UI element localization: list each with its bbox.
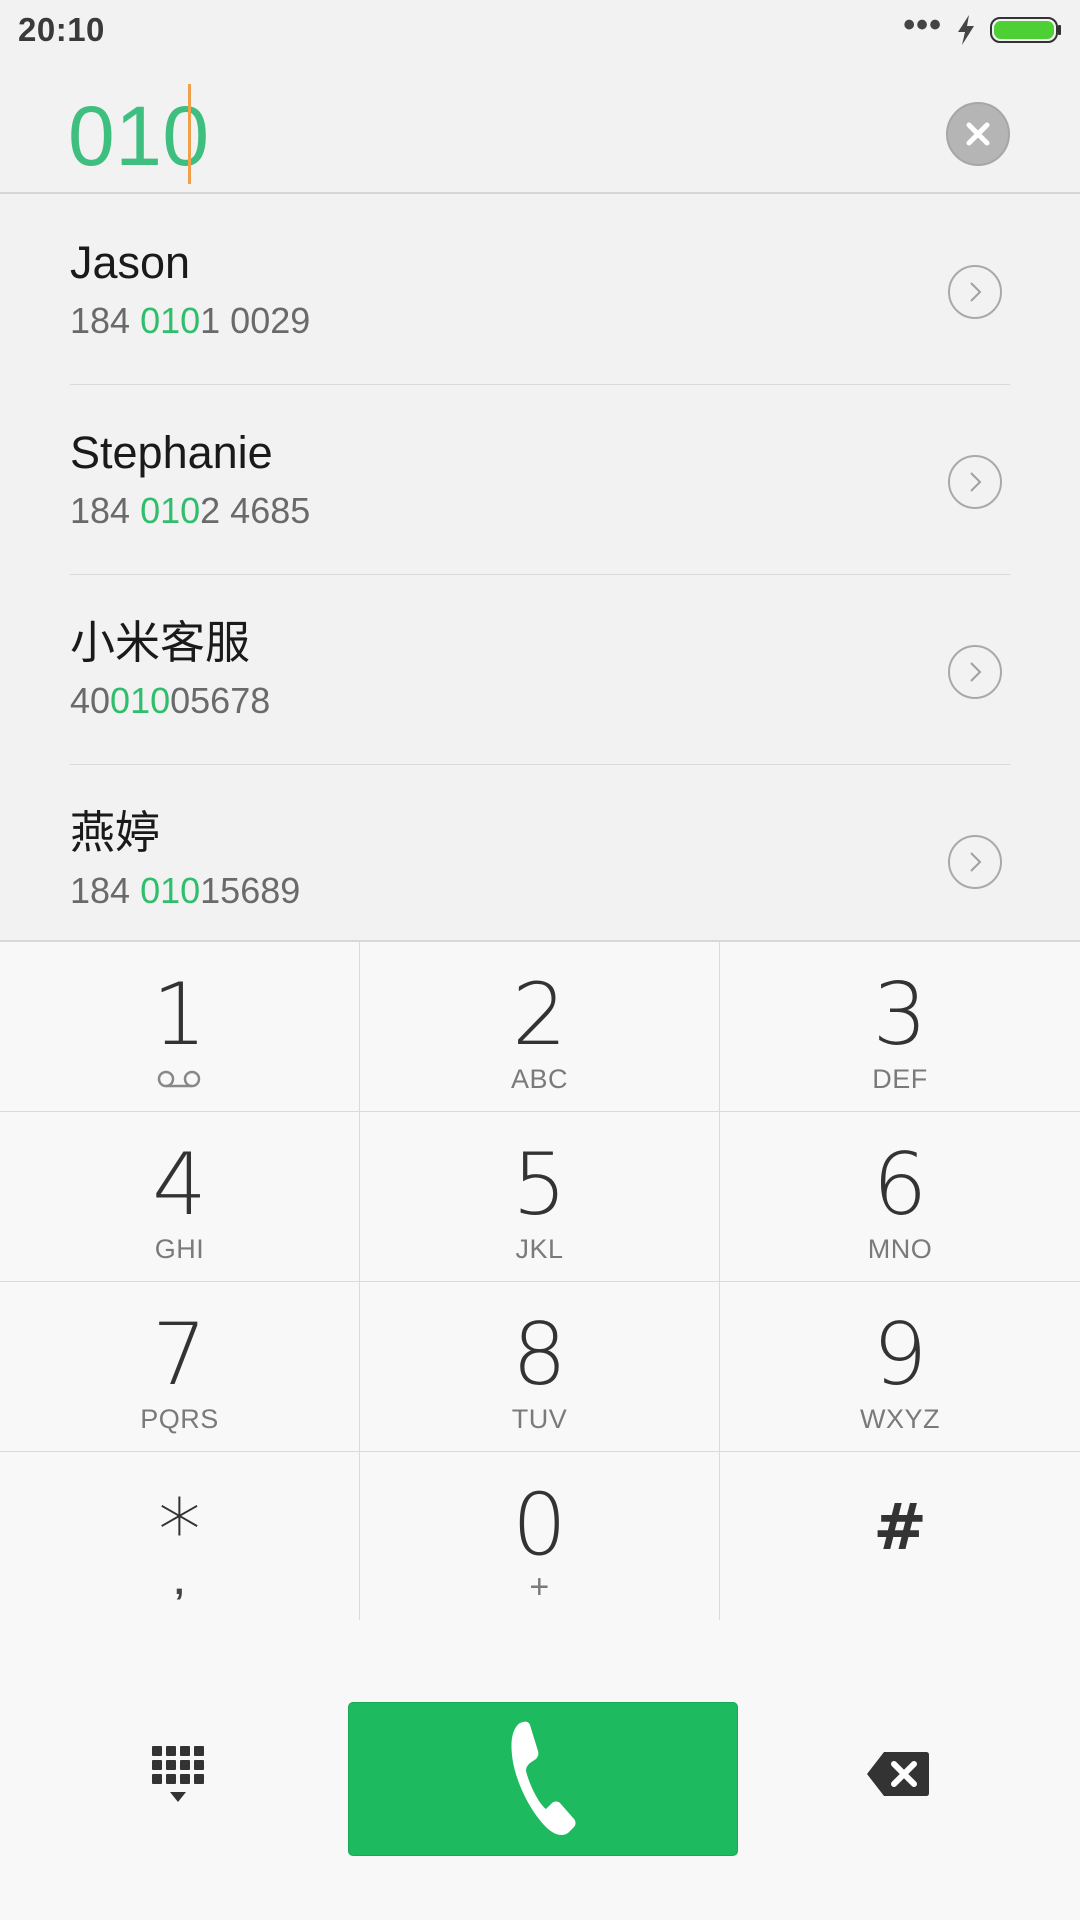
contact-number: 184 0102 4685 <box>70 490 311 531</box>
dialer-screen: 20:10 ••• 010 Jason 184 0101 0029 Stepha… <box>0 0 1080 1920</box>
key-5[interactable]: 5 JKL <box>360 1112 720 1282</box>
contact-name: 燕婷 <box>70 807 161 858</box>
chevron-right-circle-icon <box>970 472 982 492</box>
key-letters: , <box>174 1561 185 1602</box>
key-digit: 1 <box>152 965 207 1065</box>
key-digit: # <box>873 1491 927 1565</box>
contact-row[interactable]: 燕婷 184 01015689 <box>70 765 1010 955</box>
key-digit: 8 <box>512 1305 567 1405</box>
lightning-bolt-icon <box>958 15 974 45</box>
key-digit: 5 <box>512 1135 567 1235</box>
key-2[interactable]: 2 ABC <box>360 942 720 1112</box>
key-letters: GHI <box>154 1234 205 1264</box>
chevron-right-circle-icon <box>970 662 982 682</box>
status-indicators: ••• <box>903 8 1062 45</box>
contact-detail-button[interactable] <box>948 835 1002 889</box>
chevron-right-circle-icon <box>970 282 982 302</box>
contact-name: Stephanie <box>70 427 273 478</box>
key-digit: 6 <box>872 1135 928 1235</box>
contact-name: Jason <box>70 237 191 288</box>
contact-number: 4001005678 <box>70 680 271 721</box>
key-0[interactable]: 0 + <box>360 1452 720 1622</box>
key-letters: TUV <box>511 1404 568 1434</box>
clear-input-button[interactable] <box>946 102 1010 166</box>
key-letters: PQRS <box>140 1404 219 1434</box>
battery-icon <box>990 17 1061 43</box>
key-letters: JKL <box>515 1234 564 1264</box>
key-letters: + <box>529 1568 550 1606</box>
key-digit: 0 <box>512 1475 567 1575</box>
contact-row[interactable]: 小米客服 4001005678 <box>70 575 1010 765</box>
dialpad-icon[interactable] <box>150 1744 206 1806</box>
notification-dots: ••• <box>903 6 942 44</box>
key-8[interactable]: 8 TUV <box>360 1282 720 1452</box>
key-4[interactable]: 4 GHI <box>0 1112 360 1282</box>
chevron-right-circle-icon <box>970 852 982 872</box>
contact-number: 184 01015689 <box>70 870 301 911</box>
key-digit: 9 <box>872 1305 928 1405</box>
contact-name: 小米客服 <box>70 617 251 668</box>
key-3[interactable]: 3 DEF <box>720 942 1080 1112</box>
key-digit: 4 <box>152 1135 207 1235</box>
dial-keypad: 1 2 ABC 3 DEF 4 GHI 5 JKL 6 MNO 7 PQRS 8… <box>0 940 1080 1622</box>
number-match-highlight: 010 <box>110 680 171 721</box>
call-button[interactable] <box>348 1702 738 1856</box>
key-letters: WXYZ <box>860 1404 940 1434</box>
key-star[interactable]: * , <box>0 1452 360 1622</box>
contact-detail-button[interactable] <box>948 645 1002 699</box>
phone-handset-icon <box>511 1721 576 1835</box>
key-digit: 3 <box>872 965 928 1065</box>
key-letters: MNO <box>867 1234 933 1264</box>
contact-row[interactable]: Stephanie 184 0102 4685 <box>70 385 1010 575</box>
dial-input-area[interactable]: 010 <box>0 60 1080 194</box>
key-digit: 7 <box>152 1305 207 1405</box>
key-6[interactable]: 6 MNO <box>720 1112 1080 1282</box>
status-time: 20:10 <box>18 11 105 48</box>
backspace-icon[interactable] <box>866 1750 930 1798</box>
number-match-highlight: 010 <box>140 490 201 531</box>
key-1[interactable]: 1 <box>0 942 360 1112</box>
contact-number: 184 0101 0029 <box>70 300 311 341</box>
contact-row[interactable]: Jason 184 0101 0029 <box>70 195 1010 385</box>
contact-suggestion-list: Jason 184 0101 0029 Stephanie 184 0102 4… <box>0 195 1080 940</box>
clear-circle-icon <box>966 122 990 146</box>
text-cursor <box>188 84 191 184</box>
voicemail-icon <box>157 1070 201 1088</box>
key-letters: ABC <box>510 1064 569 1094</box>
contact-detail-button[interactable] <box>948 455 1002 509</box>
number-match-highlight: 010 <box>140 870 201 911</box>
key-digit: 2 <box>512 965 567 1065</box>
contact-detail-button[interactable] <box>948 265 1002 319</box>
key-hash[interactable]: # <box>720 1452 1080 1622</box>
status-bar: 20:10 ••• <box>0 0 1080 60</box>
key-7[interactable]: 7 PQRS <box>0 1282 360 1452</box>
key-letters: DEF <box>872 1064 928 1094</box>
key-9[interactable]: 9 WXYZ <box>720 1282 1080 1452</box>
number-match-highlight: 010 <box>140 300 201 341</box>
dialer-action-bar <box>0 1620 1080 1920</box>
